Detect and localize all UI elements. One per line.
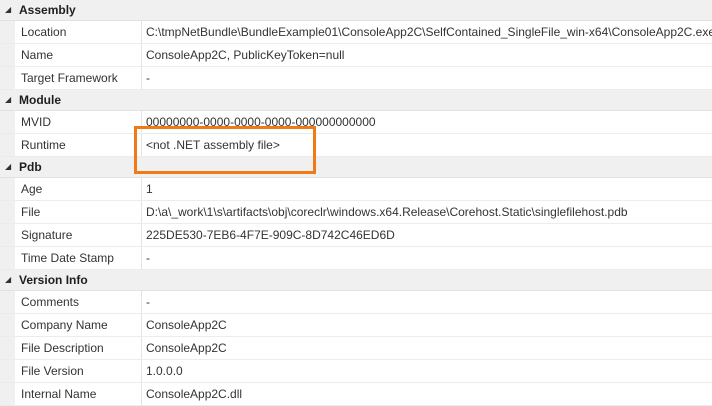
property-row-comments[interactable]: Comments - <box>0 291 712 314</box>
property-name: Age <box>15 178 142 200</box>
section-title: Module <box>19 93 61 107</box>
section-header-version-info[interactable]: ◢ Version Info <box>0 270 712 291</box>
property-value[interactable]: - <box>142 291 712 313</box>
section-title: Pdb <box>19 160 42 174</box>
property-name: Company Name <box>15 314 142 336</box>
property-row-target-framework[interactable]: Target Framework - <box>0 67 712 90</box>
row-gutter <box>0 360 15 382</box>
property-value[interactable]: 1 <box>142 178 712 200</box>
collapse-toggle-icon[interactable]: ◢ <box>5 6 15 14</box>
collapse-toggle-icon[interactable]: ◢ <box>5 163 15 171</box>
property-row-runtime[interactable]: Runtime <not .NET assembly file> <box>0 134 712 157</box>
property-row-file-version[interactable]: File Version 1.0.0.0 <box>0 360 712 383</box>
property-row-file-description[interactable]: File Description ConsoleApp2C <box>0 337 712 360</box>
row-gutter <box>0 291 15 313</box>
section-title: Version Info <box>19 273 88 287</box>
row-gutter <box>0 314 15 336</box>
property-row-mvid[interactable]: MVID 00000000-0000-0000-0000-000000000000 <box>0 111 712 134</box>
property-value[interactable]: D:\a\_work\1\s\artifacts\obj\coreclr\win… <box>142 201 712 223</box>
section-header-pdb[interactable]: ◢ Pdb <box>0 157 712 178</box>
row-gutter <box>0 111 15 133</box>
property-row-name[interactable]: Name ConsoleApp2C, PublicKeyToken=null <box>0 44 712 67</box>
property-name: Internal Name <box>15 383 142 405</box>
row-gutter <box>0 201 15 223</box>
section-title: Assembly <box>19 3 76 17</box>
row-gutter <box>0 21 15 43</box>
row-gutter <box>0 337 15 359</box>
row-gutter <box>0 67 15 89</box>
row-gutter <box>0 383 15 405</box>
collapse-toggle-icon[interactable]: ◢ <box>5 276 15 284</box>
property-value[interactable]: <not .NET assembly file> <box>142 134 712 156</box>
property-value[interactable]: ConsoleApp2C <box>142 314 712 336</box>
property-name: Name <box>15 44 142 66</box>
property-name: Comments <box>15 291 142 313</box>
section-header-assembly[interactable]: ◢ Assembly <box>0 0 712 21</box>
row-gutter <box>0 178 15 200</box>
property-name: Runtime <box>15 134 142 156</box>
collapse-toggle-icon[interactable]: ◢ <box>5 96 15 104</box>
row-gutter <box>0 44 15 66</box>
property-row-signature[interactable]: Signature 225DE530-7EB6-4F7E-909C-8D742C4… <box>0 224 712 247</box>
property-row-internal-name[interactable]: Internal Name ConsoleApp2C.dll <box>0 383 712 406</box>
property-value[interactable]: C:\tmpNetBundle\BundleExample01\ConsoleA… <box>142 21 712 43</box>
property-name: Target Framework <box>15 67 142 89</box>
property-name: Location <box>15 21 142 43</box>
section-header-module[interactable]: ◢ Module <box>0 90 712 111</box>
property-name: Signature <box>15 224 142 246</box>
property-value[interactable]: ConsoleApp2C.dll <box>142 383 712 405</box>
property-row-company-name[interactable]: Company Name ConsoleApp2C <box>0 314 712 337</box>
property-name: File Version <box>15 360 142 382</box>
property-name: File Description <box>15 337 142 359</box>
row-gutter <box>0 224 15 246</box>
property-value[interactable]: 00000000-0000-0000-0000-000000000000 <box>142 111 712 133</box>
property-value[interactable]: 1.0.0.0 <box>142 360 712 382</box>
property-name: File <box>15 201 142 223</box>
row-gutter <box>0 247 15 269</box>
property-value[interactable]: ConsoleApp2C <box>142 337 712 359</box>
row-gutter <box>0 134 15 156</box>
property-row-file[interactable]: File D:\a\_work\1\s\artifacts\obj\coreclr… <box>0 201 712 224</box>
property-value[interactable]: - <box>142 247 712 269</box>
property-name: Time Date Stamp <box>15 247 142 269</box>
property-grid: ◢ Assembly Location C:\tmpNetBundle\BundleE… <box>0 0 712 406</box>
property-value[interactable]: 225DE530-7EB6-4F7E-909C-8D742C46ED6D <box>142 224 712 246</box>
property-value[interactable]: ConsoleApp2C, PublicKeyToken=null <box>142 44 712 66</box>
property-row-age[interactable]: Age 1 <box>0 178 712 201</box>
property-row-location[interactable]: Location C:\tmpNetBundle\BundleExample01\… <box>0 21 712 44</box>
property-name: MVID <box>15 111 142 133</box>
property-row-time-date-stamp[interactable]: Time Date Stamp - <box>0 247 712 270</box>
property-value[interactable]: - <box>142 67 712 89</box>
